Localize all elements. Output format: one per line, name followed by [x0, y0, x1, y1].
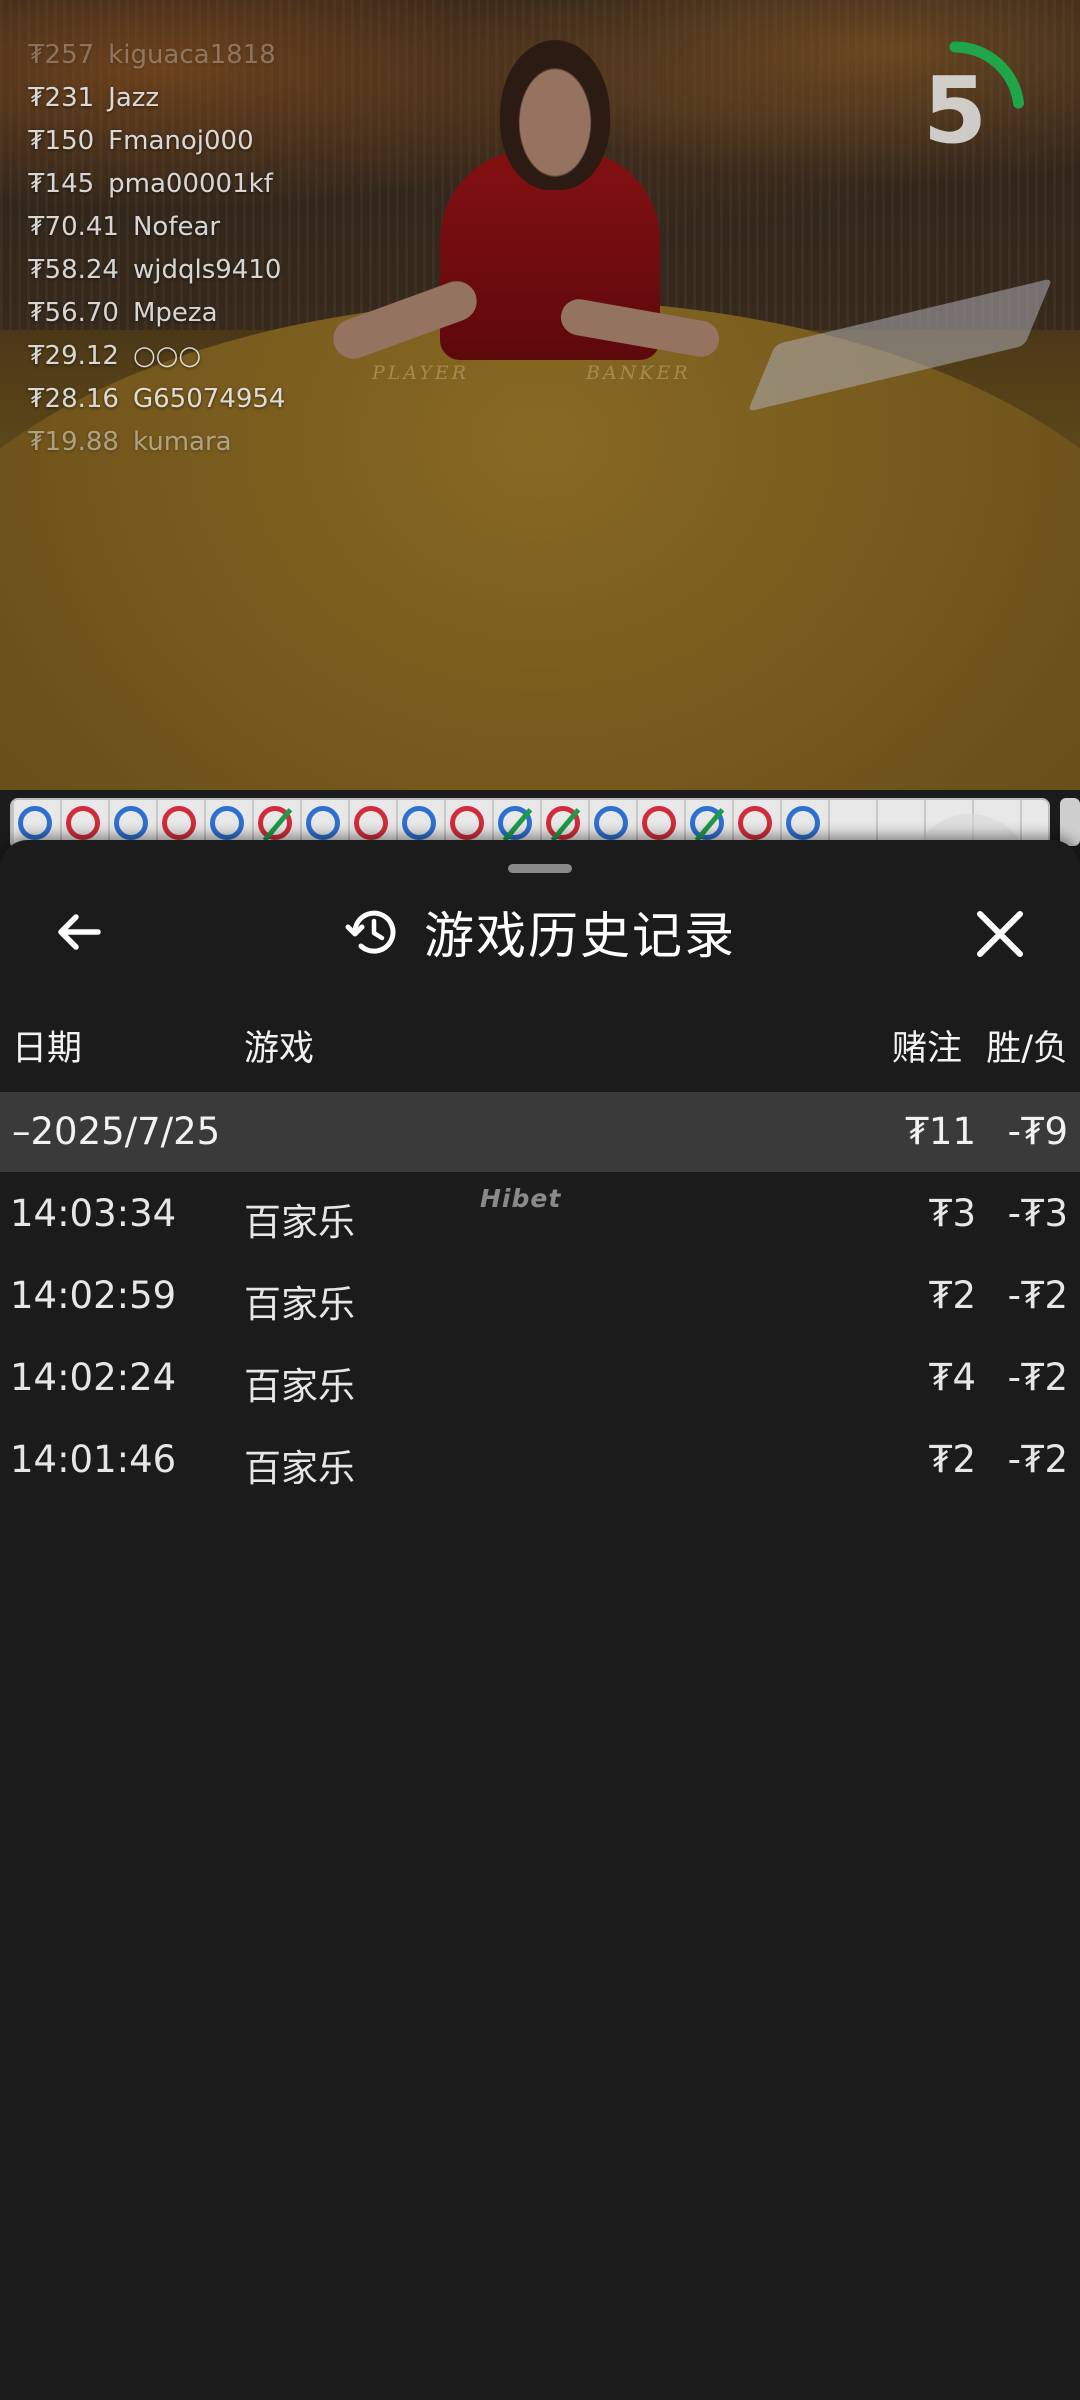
row-result: -₮2 [1007, 1438, 1068, 1481]
row-time: 14:02:59 [10, 1274, 177, 1317]
date-group-result: -₮9 [1007, 1110, 1068, 1153]
game-history-sheet: 游戏历史记录 日期 游戏 赌注 胜/负 –2025/7/25 ₮11 -₮9 H… [0, 840, 1080, 2400]
player-bead [210, 806, 244, 840]
player-bead [594, 806, 628, 840]
banker-bead [450, 806, 484, 840]
player-bead [114, 806, 148, 840]
winner-item: ₮145 pma00001kf [28, 169, 273, 199]
banker-bead [66, 806, 100, 840]
close-icon [977, 911, 1023, 957]
column-header-date: 日期 [12, 1029, 83, 1069]
row-bet: ₮4 [928, 1356, 976, 1399]
sheet-drag-handle[interactable] [508, 864, 572, 873]
column-header-bet: 赌注 [891, 1029, 962, 1069]
date-group-bet: ₮11 [905, 1110, 976, 1153]
winner-item: ₮70.41 Nofear [28, 212, 221, 242]
live-video-feed[interactable]: PLAYER BANKER ₮257 kiguaca1818 ₮231 Jazz ₮… [0, 0, 1080, 790]
row-bet: ₮2 [928, 1274, 976, 1317]
winner-item: ₮58.24 wjdqls9410 [28, 255, 282, 285]
winner-item: ₮231 Jazz [28, 83, 160, 113]
date-group-row[interactable]: –2025/7/25 ₮11 -₮9 [0, 1092, 1080, 1172]
player-bead [498, 806, 532, 840]
banker-bead [258, 806, 292, 840]
row-game: 百家乐 [244, 1201, 355, 1244]
row-game: 百家乐 [244, 1365, 355, 1408]
banker-bead [546, 806, 580, 840]
row-result: -₮3 [1007, 1192, 1068, 1235]
winner-item: ₮28.16 G65074954 [28, 384, 286, 414]
countdown-timer: 5 [880, 36, 1030, 186]
winners-list: ₮257 kiguaca1818 ₮231 Jazz ₮150 Fmanoj000 ₮… [28, 40, 285, 470]
row-game: 百家乐 [244, 1447, 355, 1490]
winner-item: ₮56.70 Mpeza [28, 298, 218, 328]
row-bet: ₮3 [928, 1192, 976, 1235]
table-row[interactable]: 14:01:46 百家乐 ₮2 -₮2 [0, 1420, 1080, 1502]
winner-item: ₮29.12 ○○○ [28, 341, 202, 371]
player-bead [402, 806, 436, 840]
close-button[interactable] [966, 900, 1034, 968]
row-bet: ₮2 [928, 1438, 976, 1481]
player-bead [690, 806, 724, 840]
player-bead [18, 806, 52, 840]
winner-item: ₮150 Fmanoj000 [28, 126, 254, 156]
sheet-header: 游戏历史记录 [0, 890, 1080, 974]
table-row[interactable]: 14:02:59 百家乐 ₮2 -₮2 [0, 1256, 1080, 1338]
column-header-game: 游戏 [244, 1029, 315, 1069]
row-time: 14:03:34 [10, 1192, 177, 1235]
date-group-label: –2025/7/25 [12, 1110, 221, 1153]
banker-bead [354, 806, 388, 840]
history-icon [345, 910, 396, 954]
column-header-result: 胜/负 [986, 1029, 1068, 1069]
banker-bead [642, 806, 676, 840]
road-scroll-edge [1060, 798, 1080, 846]
banker-bead [162, 806, 196, 840]
table-row[interactable]: 14:02:24 百家乐 ₮4 -₮2 [0, 1338, 1080, 1420]
player-bead [786, 806, 820, 840]
sheet-title: 游戏历史记录 [424, 907, 736, 965]
player-bead [306, 806, 340, 840]
row-game: 百家乐 [244, 1283, 355, 1326]
winner-item: ₮257 kiguaca1818 [28, 40, 276, 70]
winner-item: ₮19.88 kumara [28, 427, 232, 457]
banker-bead [738, 806, 772, 840]
row-time: 14:01:46 [10, 1438, 177, 1481]
countdown-value: 5 [922, 57, 987, 164]
table-row[interactable]: 14:03:34 百家乐 ₮3 -₮3 [0, 1174, 1080, 1256]
row-result: -₮2 [1007, 1356, 1068, 1399]
row-result: -₮2 [1007, 1274, 1068, 1317]
row-time: 14:02:24 [10, 1356, 177, 1399]
